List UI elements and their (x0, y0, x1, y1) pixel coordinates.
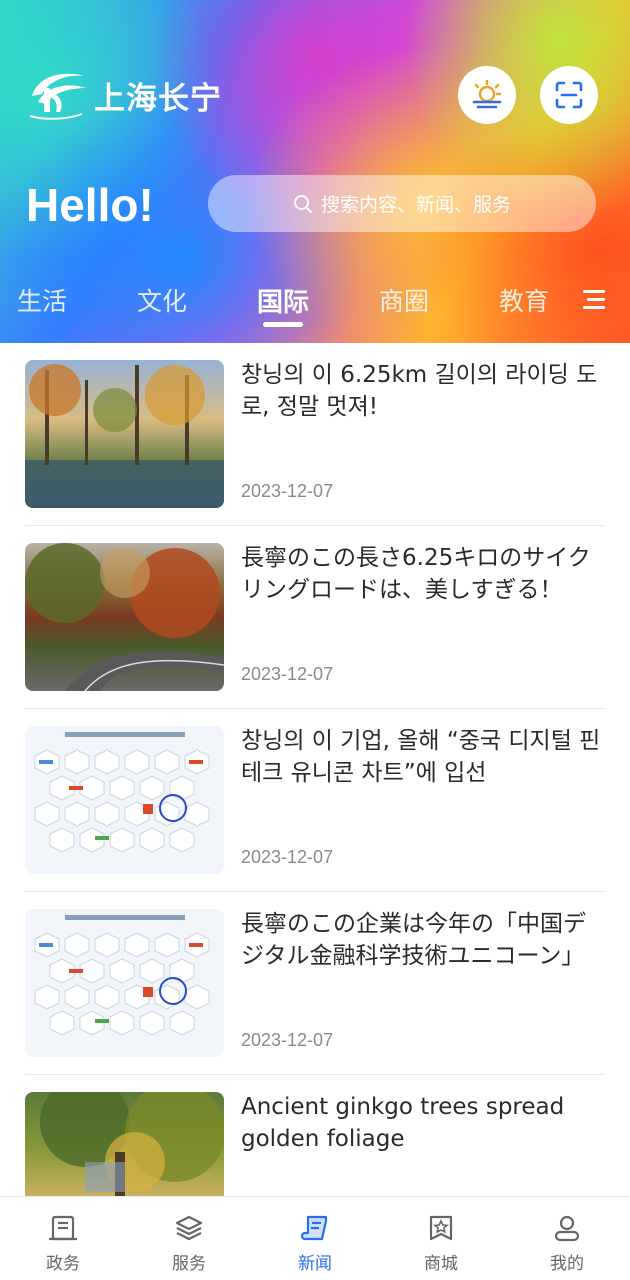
nav-label: 服务 (172, 1254, 206, 1274)
autumn-road-photo (25, 543, 224, 691)
government-icon (48, 1215, 78, 1241)
news-item[interactable]: 長寧のこの長さ6.25キロのサイクリングロードは、美しすぎる！ 2023-12-… (25, 526, 605, 709)
ginkgo-tree-photo (25, 1092, 224, 1196)
scan-icon (555, 81, 583, 109)
menu-icon[interactable] (583, 290, 605, 310)
unicorn-chart-image (25, 909, 224, 1057)
nav-label: 商城 (424, 1254, 458, 1274)
scan-button[interactable] (540, 66, 598, 124)
news-date: 2023-12-07 (241, 664, 334, 684)
news-title: 창닝의 이 기업, 올해 “중국 디지털 핀테크 유니콘 차트”에 입선 (241, 728, 601, 786)
city-name: 上海长宁 (94, 80, 222, 117)
news-title: Ancient ginkgo trees spread golden folia… (241, 1094, 565, 1152)
news-title: 長寧のこの企業は今年の「中国デジタル金融科学技術ユニコーン」 (241, 911, 586, 969)
news-item[interactable]: 창닝의 이 6.25km 길이의 라이딩 도로, 정말 멋져! 2023-12-… (25, 343, 605, 526)
nav-shop[interactable]: 商城 (378, 1197, 504, 1280)
news-item[interactable]: Ancient ginkgo trees spread golden folia… (25, 1075, 605, 1196)
news-title: 창닝의 이 6.25km 길이의 라이딩 도로, 정말 멋져! (241, 362, 598, 420)
search-bar[interactable]: 搜索内容、新闻、服务 (208, 175, 596, 232)
search-icon (293, 194, 312, 213)
nav-news[interactable]: 新闻 (252, 1197, 378, 1280)
nav-services[interactable]: 服务 (126, 1197, 252, 1280)
news-list: 창닝의 이 6.25km 길이의 라이딩 도로, 정말 멋져! 2023-12-… (0, 343, 630, 1196)
layers-icon (175, 1215, 203, 1241)
news-date: 2023-12-07 (241, 481, 334, 501)
weather-sun-cloud-icon (472, 80, 502, 109)
changning-logo-icon (29, 73, 86, 120)
news-date: 2023-12-07 (241, 847, 334, 867)
nav-profile[interactable]: 我的 (504, 1197, 630, 1280)
tab-life[interactable]: 生活 (17, 282, 67, 318)
search-placeholder: 搜索内容、新闻、服务 (320, 194, 511, 216)
header-banner: 上海长宁 Hello! 搜索内容、新闻、服务 生活 文化 国际 商圈 教育 (0, 0, 630, 343)
nav-government[interactable]: 政务 (0, 1197, 126, 1280)
news-date: 2023-12-07 (241, 1030, 334, 1050)
user-icon (554, 1215, 580, 1242)
nav-label: 我的 (550, 1254, 584, 1274)
category-tabs: 生活 文化 国际 商圈 教育 (0, 280, 630, 340)
forest-lake-photo (25, 360, 224, 508)
tab-education[interactable]: 教育 (499, 282, 549, 318)
shop-star-icon (429, 1215, 453, 1241)
tab-culture[interactable]: 文化 (137, 282, 187, 318)
news-title: 長寧のこの長さ6.25キロのサイクリングロードは、美しすぎる！ (241, 545, 591, 603)
nav-label: 新闻 (298, 1254, 332, 1274)
news-scroll-icon (300, 1215, 328, 1241)
nav-label: 政务 (46, 1254, 80, 1274)
tab-business[interactable]: 商圈 (379, 282, 429, 318)
greeting-text: Hello! (26, 179, 154, 231)
unicorn-chart-image (25, 726, 224, 874)
app-logo: 上海长宁 (24, 66, 222, 124)
news-item[interactable]: 長寧のこの企業は今年の「中国デジタル金融科学技術ユニコーン」 2023-12-0… (25, 892, 605, 1075)
news-item[interactable]: 창닝의 이 기업, 올해 “중국 디지털 핀테크 유니콘 차트”에 입선 202… (25, 709, 605, 892)
weather-button[interactable] (458, 66, 516, 124)
tab-international[interactable]: 国际 (257, 282, 309, 319)
active-tab-indicator (263, 322, 303, 327)
bottom-navigation: 政务 服务 新闻 商城 我的 (0, 1196, 630, 1280)
